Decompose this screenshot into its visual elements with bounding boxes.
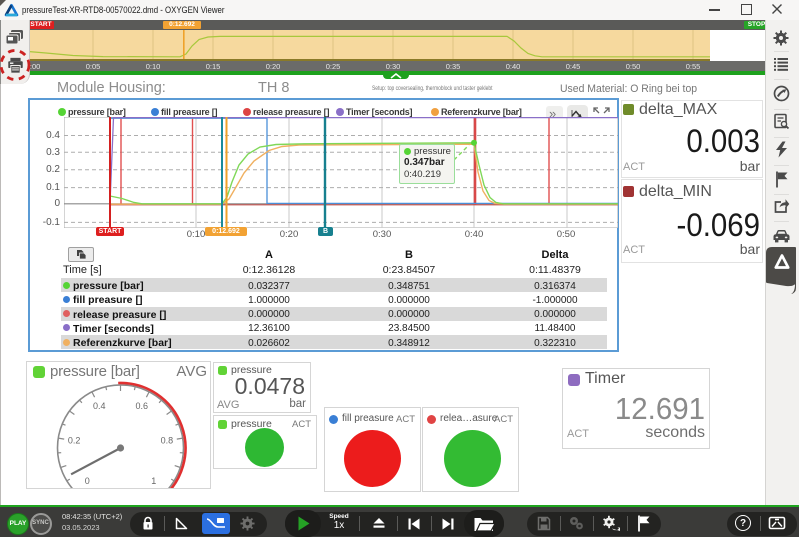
svg-text:0.6: 0.6 bbox=[136, 401, 149, 411]
svg-text:0.2: 0.2 bbox=[68, 436, 81, 446]
svg-text:0.8: 0.8 bbox=[161, 436, 174, 446]
svg-text:0: 0 bbox=[85, 476, 90, 486]
svg-text:1: 1 bbox=[151, 476, 156, 486]
svg-text:0.4: 0.4 bbox=[93, 401, 106, 411]
